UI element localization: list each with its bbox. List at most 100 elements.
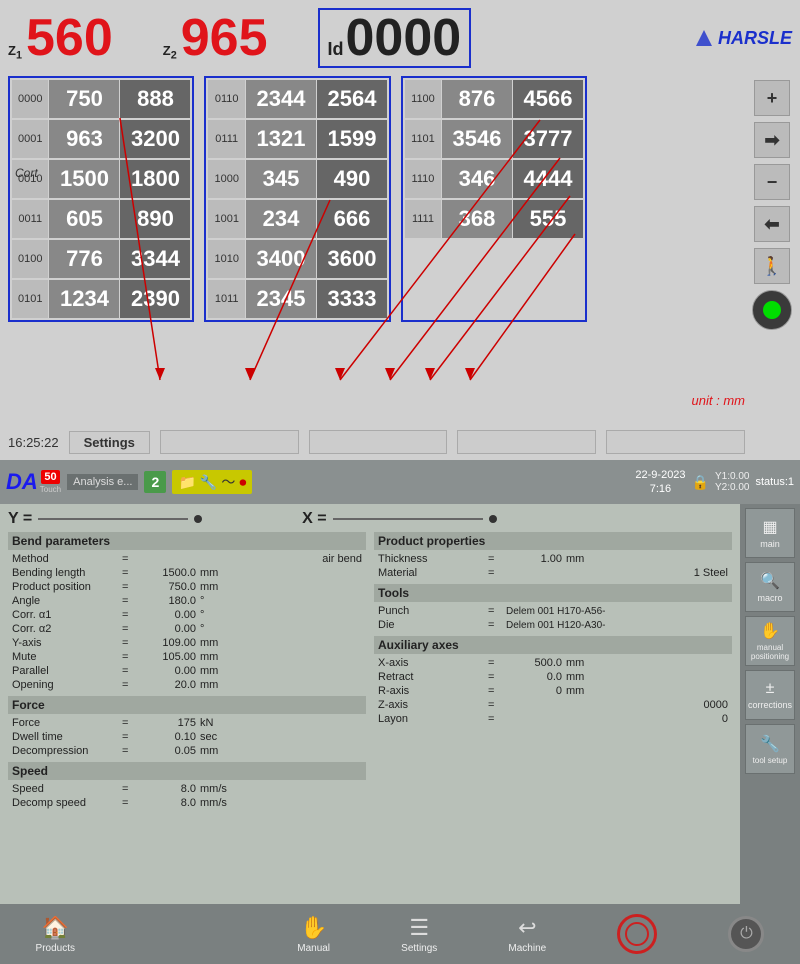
force-unit: kN <box>196 717 362 729</box>
parallel-unit: mm <box>196 665 362 677</box>
param-retract: Retract = 0.0 mm <box>374 670 732 684</box>
blank-btn-1[interactable] <box>160 430 299 454</box>
method-label: Method <box>12 553 122 565</box>
opening-value: 20.0 <box>136 679 196 691</box>
nav-machine-label: Machine <box>508 943 546 954</box>
decomp-unit: mm <box>196 745 362 757</box>
list-item: 0000 <box>12 80 48 118</box>
sidebar-btn-main[interactable]: ▦ main <box>745 508 795 558</box>
lock-icon: 🔒 <box>692 474 709 491</box>
list-item: 1011 <box>208 280 244 318</box>
tool-icon: 🔧 <box>760 734 780 754</box>
list-item: 3400 <box>246 240 316 278</box>
list-item: 2345 <box>246 280 316 318</box>
angle-unit: ° <box>196 595 362 607</box>
list-item: 345 <box>246 160 316 198</box>
list-item: 1110 <box>405 160 441 198</box>
param-decomp: Decompression = 0.05 mm <box>8 744 366 758</box>
da-analysis: Analysis e... <box>67 474 138 490</box>
mute-unit: mm <box>196 651 362 663</box>
raxis-label: R-axis <box>378 685 488 697</box>
arrow-left-button[interactable]: ⬅ <box>754 206 790 242</box>
list-item: 0110 <box>208 80 244 118</box>
col3-v1: 876 3546 346 368 <box>442 80 512 318</box>
list-item: 0001 <box>12 120 48 158</box>
param-punch: Punch = Delem 001 H170-A56- <box>374 604 732 618</box>
sidebar-label-toolsetup: tool setup <box>753 756 788 765</box>
list-item: 1010 <box>208 240 244 278</box>
wave-icon[interactable]: 〜 <box>221 472 235 492</box>
punch-label: Punch <box>378 605 488 617</box>
param-method: Method = air bend <box>8 552 366 566</box>
wrench-icon[interactable]: 🔧 <box>200 474 217 491</box>
sidebar-btn-corrections[interactable]: ± corrections <box>745 670 795 720</box>
xaxis-label: X-axis <box>378 657 488 669</box>
plus-button[interactable]: + <box>754 80 790 116</box>
axes-row: Y = X = <box>8 510 732 528</box>
folder-icon[interactable]: 📁 <box>178 474 195 491</box>
sidebar-btn-manual[interactable]: ✋ manual positioning <box>745 616 795 666</box>
list-item: 2390 <box>120 280 190 318</box>
list-item: 1800 <box>120 160 190 198</box>
mute-label: Mute <box>12 651 122 663</box>
param-bending: Bending length = 1500.0 mm <box>8 566 366 580</box>
col1-v1: 750 963 1500 605 776 1234 <box>49 80 119 318</box>
da-badge[interactable]: 2 <box>144 471 166 493</box>
col1-ids: 0000 0001 0010 0011 0100 0101 <box>12 80 48 318</box>
da-model: 50 <box>41 470 59 484</box>
list-item: 3600 <box>317 240 387 278</box>
sidebar-label-corrections: corrections <box>748 700 792 710</box>
param-force: Force = 175 kN <box>8 716 366 730</box>
green-dot <box>763 301 781 319</box>
nav-circle-inner <box>625 922 649 946</box>
sidebar-btn-toolsetup[interactable]: 🔧 tool setup <box>745 724 795 774</box>
list-item: 1321 <box>246 120 316 158</box>
param-material: Material = 1 Steel <box>374 566 732 580</box>
sidebar-label-main: main <box>760 539 780 549</box>
bottom-bar: 16:25:22 Settings <box>8 430 745 454</box>
opening-unit: mm <box>196 679 362 691</box>
harsle-text: HARSLE <box>718 28 792 49</box>
minus-button[interactable]: − <box>754 164 790 200</box>
list-item: 1111 <box>405 200 441 238</box>
nav-products[interactable]: 🏠 Products <box>36 915 75 954</box>
nav-settings[interactable]: ☰ Settings <box>401 915 437 954</box>
y-axis-row: Y = <box>8 510 202 528</box>
aux-title: Auxiliary axes <box>374 636 732 654</box>
param-thickness: Thickness = 1.00 mm <box>374 552 732 566</box>
layon-value: 0 <box>502 713 728 725</box>
person-icon-button[interactable]: 🚶 <box>754 248 790 284</box>
nav-red-circle[interactable] <box>617 914 657 954</box>
arrow-right-button[interactable]: ➡ <box>754 122 790 158</box>
param-dwell: Dwell time = 0.10 sec <box>8 730 366 744</box>
param-corr-a1: Corr. α1 = 0.00 ° <box>8 608 366 622</box>
method-value: air bend <box>136 553 362 565</box>
tools-title: Tools <box>374 584 732 602</box>
die-value: Delem 001 H120-A30- <box>502 620 728 631</box>
list-item: 0100 <box>12 240 48 278</box>
z2-group: Z2 965 <box>163 12 268 64</box>
list-item: 666 <box>317 200 387 238</box>
manual-icon: ✋ <box>300 915 327 941</box>
bottom-panel: DA 50 Touch Analysis e... 2 📁 🔧 〜 ⏺ 22-9… <box>0 460 800 964</box>
parallel-label: Parallel <box>12 665 122 677</box>
status-green-button[interactable] <box>752 290 792 330</box>
settings-button[interactable]: Settings <box>69 431 150 454</box>
yaxis-value: 109.00 <box>136 637 196 649</box>
param-decomp-speed: Decomp speed = 8.0 mm/s <box>8 796 366 810</box>
blank-btn-2[interactable] <box>309 430 448 454</box>
list-item: 1100 <box>405 80 441 118</box>
harsle-logo: HARSLE <box>694 28 792 49</box>
sidebar-btn-macro[interactable]: 🔍 macro <box>745 562 795 612</box>
nav-manual[interactable]: ✋ Manual <box>297 915 330 954</box>
record-icon[interactable]: ⏺ <box>239 474 246 491</box>
list-item: 1101 <box>405 120 441 158</box>
nav-power-btn[interactable]: ⏻ <box>728 916 764 952</box>
nav-machine[interactable]: ↩ Machine <box>508 915 546 954</box>
speed-value: 8.0 <box>136 783 196 795</box>
blank-btn-4[interactable] <box>606 430 745 454</box>
list-item: 3777 <box>513 120 583 158</box>
blank-btn-3[interactable] <box>457 430 596 454</box>
list-item: 0111 <box>208 120 244 158</box>
y-dot <box>194 515 202 523</box>
